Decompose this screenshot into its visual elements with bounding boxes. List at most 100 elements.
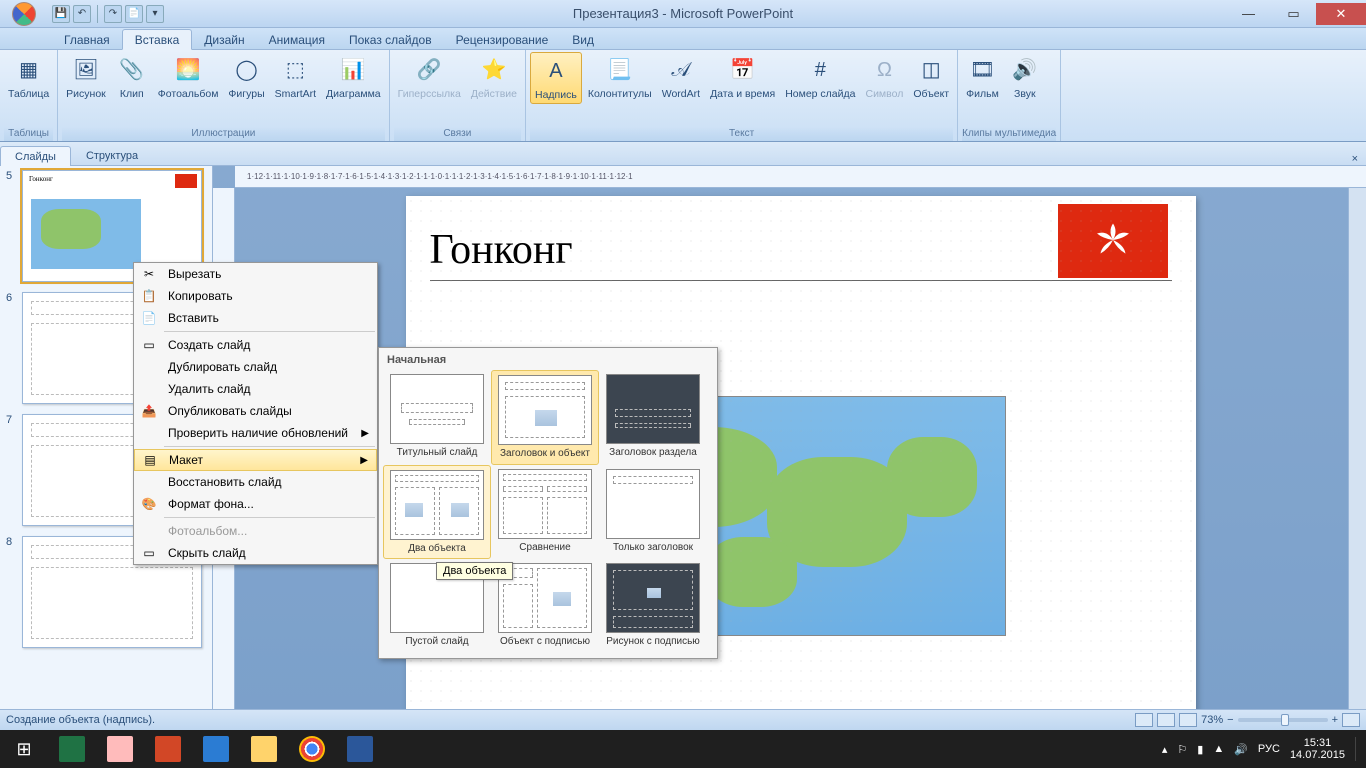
- ctx-Макет[interactable]: ▤Макет▶: [134, 449, 377, 471]
- layout-option-Титульный слайд[interactable]: Титульный слайд: [383, 370, 491, 465]
- layout-option-Рисунок с подписью[interactable]: Рисунок с подписью: [599, 559, 707, 652]
- status-bar: Создание объекта (надпись). 73% − +: [0, 709, 1366, 730]
- layout-option-Два объекта[interactable]: Два объекта: [383, 465, 491, 560]
- taskbar-app-4[interactable]: [192, 730, 240, 768]
- tab-slides[interactable]: Слайды: [0, 146, 71, 166]
- ribbon-Колонтитулы[interactable]: 📃Колонтитулы: [584, 52, 656, 102]
- qat-separator: [97, 5, 98, 23]
- ctx-Проверить наличие обновлений[interactable]: Проверить наличие обновлений▶: [134, 422, 377, 444]
- ribbon-label: Звук: [1014, 88, 1036, 100]
- ctx-item-label: Дублировать слайд: [168, 360, 277, 374]
- flag-image[interactable]: [1058, 204, 1168, 278]
- layout-option-Сравнение[interactable]: Сравнение: [491, 465, 599, 560]
- tab-Вид[interactable]: Вид: [560, 30, 606, 49]
- vertical-scrollbar[interactable]: [1348, 188, 1366, 730]
- taskbar-app-explorer[interactable]: [240, 730, 288, 768]
- tab-Дизайн[interactable]: Дизайн: [192, 30, 256, 49]
- view-normal-button[interactable]: [1135, 713, 1153, 727]
- ctx-Вырезать[interactable]: ✂Вырезать: [134, 263, 377, 285]
- layout-option-Заголовок и объект[interactable]: Заголовок и объект: [491, 370, 599, 465]
- ctx-item-icon: ▭: [138, 336, 160, 354]
- ribbon-Объект[interactable]: ◫Объект: [909, 52, 953, 102]
- ribbon-label: Фотоальбом: [158, 88, 219, 100]
- ctx-Создать слайд[interactable]: ▭Создать слайд: [134, 334, 377, 356]
- tray-volume-icon[interactable]: 🔊: [1234, 743, 1248, 756]
- qat-customize[interactable]: ▾: [146, 5, 164, 23]
- status-text: Создание объекта (надпись).: [6, 714, 155, 726]
- taskbar-app-chrome[interactable]: [288, 730, 336, 768]
- ctx-Формат фона...[interactable]: 🎨 Формат фона...: [134, 493, 377, 515]
- view-slideshow-button[interactable]: [1179, 713, 1197, 727]
- ribbon-Таблица[interactable]: ▦Таблица: [4, 52, 53, 102]
- tab-Вставка[interactable]: Вставка: [122, 29, 193, 50]
- show-desktop[interactable]: [1355, 737, 1356, 761]
- ribbon-Фигуры[interactable]: ◯Фигуры: [224, 52, 268, 102]
- qat-undo[interactable]: ↶: [73, 5, 91, 23]
- ctx-Дублировать слайд[interactable]: Дублировать слайд: [134, 356, 377, 378]
- ribbon-WordArt[interactable]: 𝒜WordArt: [658, 52, 704, 102]
- layout-option-Только заголовок[interactable]: Только заголовок: [599, 465, 707, 560]
- ctx-Опубликовать слайды[interactable]: 📤Опубликовать слайды: [134, 400, 377, 422]
- ribbon-Фильм[interactable]: 🎞Фильм: [962, 52, 1003, 102]
- minimize-button[interactable]: —: [1226, 3, 1271, 25]
- view-sorter-button[interactable]: [1157, 713, 1175, 727]
- office-button[interactable]: [4, 1, 44, 27]
- close-button[interactable]: ✕: [1316, 3, 1366, 25]
- tray-time[interactable]: 15:31: [1290, 737, 1345, 749]
- taskbar-app-paint[interactable]: [96, 730, 144, 768]
- ctx-Удалить слайд[interactable]: Удалить слайд: [134, 378, 377, 400]
- taskbar-app-word[interactable]: [336, 730, 384, 768]
- ctx-item-label: Копировать: [168, 289, 233, 303]
- window-controls: — ▭ ✕: [1226, 3, 1366, 25]
- ribbon-Фотоальбом[interactable]: 🌅Фотоальбом: [154, 52, 223, 102]
- ctx-item-label: Вставить: [168, 311, 219, 325]
- start-button[interactable]: ⊞: [0, 730, 48, 768]
- slide-title-text[interactable]: Гонконг: [430, 226, 573, 274]
- layout-thumb-icon: [498, 375, 592, 445]
- ribbon-SmartArt[interactable]: ⬚SmartArt: [271, 52, 320, 102]
- layout-thumb-icon: [606, 469, 700, 539]
- maximize-button[interactable]: ▭: [1271, 3, 1316, 25]
- ribbon-Клип[interactable]: 📎Клип: [112, 52, 152, 102]
- tab-Главная[interactable]: Главная: [52, 30, 122, 49]
- fit-window-button[interactable]: [1342, 713, 1360, 727]
- ribbon-label: Колонтитулы: [588, 88, 652, 100]
- qat-redo[interactable]: ↷: [104, 5, 122, 23]
- tab-Рецензирование[interactable]: Рецензирование: [444, 30, 561, 49]
- ribbon-Диаграмма[interactable]: 📊Диаграмма: [322, 52, 385, 102]
- ribbon-label: Гиперссылка: [398, 88, 461, 100]
- layout-option-Заголовок раздела[interactable]: Заголовок раздела: [599, 370, 707, 465]
- zoom-out-button[interactable]: −: [1227, 714, 1233, 726]
- ctx-item-icon: 🎨: [138, 495, 160, 513]
- zoom-slider[interactable]: [1238, 718, 1328, 722]
- tray-up-icon[interactable]: ▴: [1162, 743, 1168, 756]
- taskbar-app-powerpoint[interactable]: [144, 730, 192, 768]
- ribbon-Надпись[interactable]: AНадпись: [530, 52, 582, 104]
- tab-Анимация[interactable]: Анимация: [257, 30, 337, 49]
- ribbon-Звук[interactable]: 🔊Звук: [1005, 52, 1045, 102]
- qat-save[interactable]: 💾: [52, 5, 70, 23]
- tab-outline[interactable]: Структура: [71, 145, 153, 165]
- qat-print[interactable]: 📄: [125, 5, 143, 23]
- tray-flag-icon[interactable]: ⚐: [1177, 743, 1187, 756]
- tray-battery-icon[interactable]: ▮: [1197, 743, 1203, 756]
- panel-close[interactable]: ×: [1344, 153, 1366, 165]
- ribbon-Дата и время[interactable]: 📅Дата и время: [706, 52, 779, 102]
- ctx-item-icon: [138, 424, 160, 442]
- tab-Показ слайдов[interactable]: Показ слайдов: [337, 30, 444, 49]
- taskbar-app-excel[interactable]: [48, 730, 96, 768]
- ctx-Скрыть слайд[interactable]: ▭Скрыть слайд: [134, 542, 377, 564]
- ctx-item-label: Формат фона...: [168, 497, 254, 511]
- tray-lang[interactable]: РУС: [1258, 743, 1280, 755]
- ribbon-icon: ◯: [231, 54, 263, 86]
- ribbon-Номер слайда[interactable]: #Номер слайда: [781, 52, 859, 102]
- ctx-Вставить[interactable]: 📄Вставить: [134, 307, 377, 329]
- zoom-in-button[interactable]: +: [1332, 714, 1338, 726]
- tray-network-icon[interactable]: ▲: [1213, 743, 1224, 755]
- ribbon-Рисунок[interactable]: 🖼Рисунок: [62, 52, 110, 102]
- ctx-separator: [164, 517, 375, 518]
- zoom-slider-thumb[interactable]: [1281, 714, 1289, 726]
- ctx-separator: [164, 331, 375, 332]
- ctx-Восстановить слайд[interactable]: Восстановить слайд: [134, 471, 377, 493]
- ctx-Копировать[interactable]: 📋Копировать: [134, 285, 377, 307]
